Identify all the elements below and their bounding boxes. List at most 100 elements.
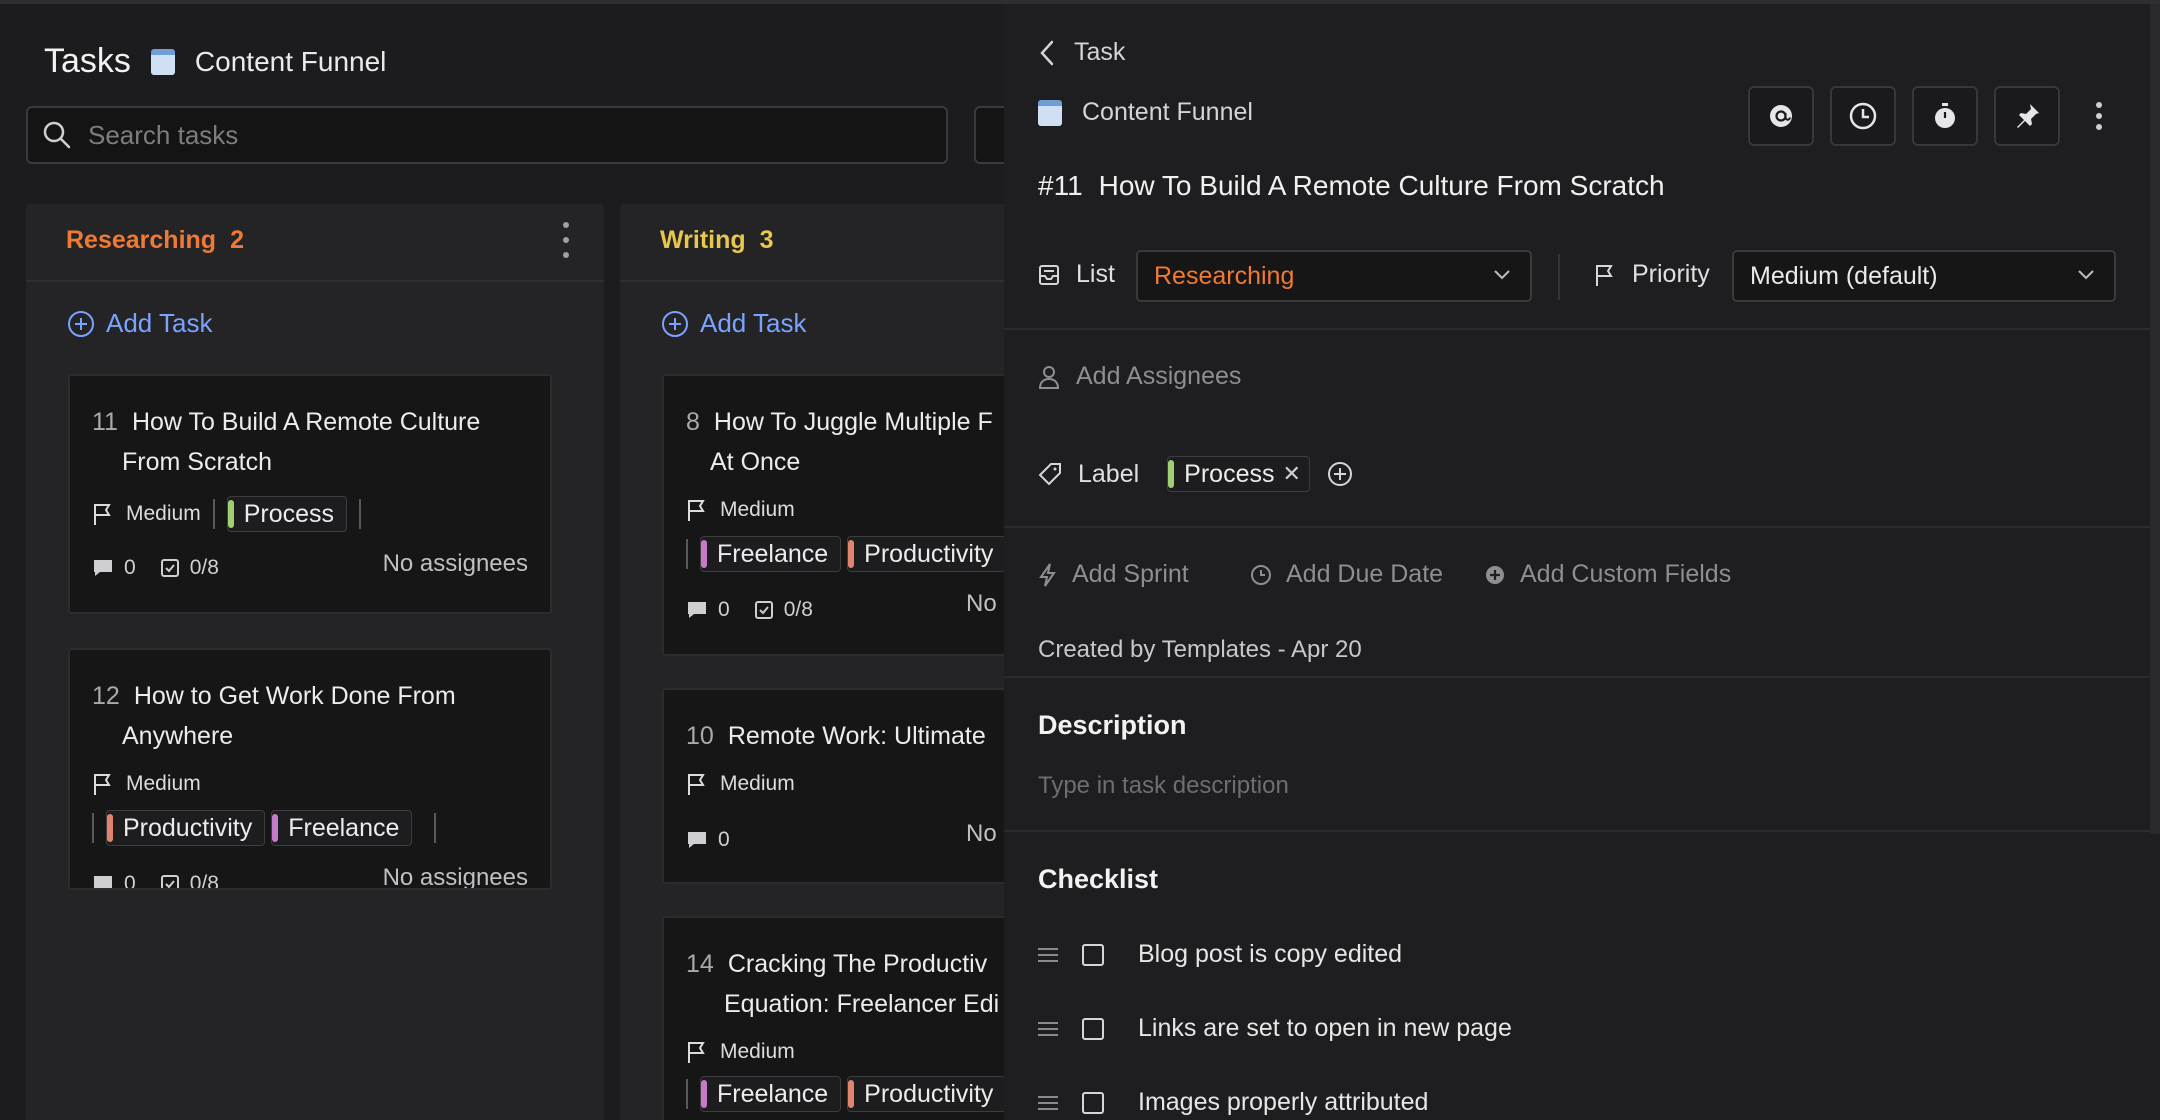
add-due-date-button[interactable]: Add Due Date [1250,560,1443,589]
flag-icon [94,504,111,525]
plus-filled-icon [1486,565,1504,584]
tag-productivity[interactable]: Productivity [847,536,1004,572]
task-title-text: How To Build A Remote Culture From Scrat… [1098,170,1665,201]
tag-freelance[interactable]: Freelance [700,536,842,572]
card-assignees: No assignees [382,550,528,577]
tag-freelance[interactable]: Freelance [271,810,413,846]
card-title: 10 Remote Work: Ultimate [686,716,986,756]
checklist-icon [160,875,179,888]
divider [434,813,437,843]
project-name[interactable]: Content Funnel [195,46,386,78]
divider [359,499,362,529]
add-sprint-button[interactable]: Add Sprint [1038,560,1189,589]
column-header: Writing 3 [660,226,774,255]
card-tags-row: Freelance Productivity [686,536,1004,572]
tag-icon [1038,463,1061,486]
tag-process[interactable]: Process ✕ [1167,456,1310,492]
clock-icon [1251,564,1271,585]
card-tags-row: Freelance Productivity [686,1076,1004,1112]
task-card[interactable]: 8 How To Juggle Multiple F At Once Medium … [662,374,1004,656]
plus-circle-icon [662,310,688,337]
column-count: 3 [759,226,774,254]
comment-icon [688,832,706,848]
task-card[interactable]: 10 Remote Work: Ultimate Medium 0 No [662,688,1004,884]
task-card[interactable]: 11 How To Build A Remote Culture From Scra… [68,374,552,614]
checklist-checkbox[interactable] [1082,1017,1104,1040]
project-name: Content Funnel [1082,98,1253,126]
label-field: Label Process ✕ [1038,456,1354,492]
pin-button[interactable] [1994,86,2060,146]
mention-button[interactable] [1748,86,1814,146]
tag-label: Productivity [864,539,994,568]
card-meta-row: Medium Process [92,496,362,532]
description-input[interactable]: Type in task description [1038,772,1289,800]
card-priority-row: Medium [686,498,795,522]
column-divider [26,280,604,282]
checklist-icon [754,601,773,619]
card-title: 11 How To Build A Remote Culture From Scra… [92,402,480,482]
divider [1004,328,2160,330]
card-title-line: Equation: Freelancer Edi [724,990,1000,1018]
checklist-checkbox[interactable] [1082,943,1104,966]
column-writing: Writing 3 Add Task 8 How To Juggle Multipl… [620,204,1004,1120]
flag-icon [688,1042,705,1063]
search-input[interactable] [88,119,928,151]
timer-button[interactable] [1912,86,1978,146]
card-number: 10 [686,722,714,750]
task-card[interactable]: 12 How to Get Work Done From Anywhere Medi… [68,648,552,890]
card-number: 14 [686,950,714,978]
card-priority: Medium [126,772,201,795]
add-assignees-button[interactable]: Add Assignees [1038,362,1241,391]
back-button[interactable]: Task [1038,38,1125,67]
task-detail-panel: Task Content Funnel #11 How To Build A Re… [1004,4,2160,1120]
add-task-button[interactable]: Add Task [660,308,806,339]
drag-handle-icon[interactable] [1038,1021,1058,1036]
created-info: Created by Templates - Apr 20 [1038,636,1362,663]
tag-freelance[interactable]: Freelance [700,1076,842,1112]
user-icon [1038,365,1060,389]
plus-circle-icon[interactable] [1326,460,1354,488]
task-number: #11 [1038,170,1083,201]
column-menu-icon[interactable] [560,222,572,258]
project-doc-icon [150,48,175,75]
task-card[interactable]: 14 Cracking The Productiv Equation: Freela… [662,916,1004,1120]
tag-label: Freelance [717,539,829,568]
checklist-item-text[interactable]: Blog post is copy edited [1138,940,1402,969]
column-researching: Researching 2 Add Task 11 How To Build A R… [26,204,604,1120]
column-header: Researching 2 [66,226,244,255]
detail-project[interactable]: Content Funnel [1038,98,1253,127]
add-task-button[interactable]: Add Task [66,308,212,339]
drag-handle-icon[interactable] [1038,947,1058,962]
divider [92,813,94,843]
card-priority: Medium [126,502,201,525]
list-label: List [1076,260,1115,288]
tag-process[interactable]: Process [226,496,348,532]
pin-icon [2017,104,2039,128]
drag-handle-icon[interactable] [1038,1095,1058,1110]
card-priority-row: Medium [686,772,795,796]
tag-productivity[interactable]: Productivity [847,1076,1004,1112]
search-box[interactable] [26,106,948,164]
task-title[interactable]: #11 How To Build A Remote Culture From Sc… [1038,170,1665,202]
scrollbar[interactable] [2150,4,2160,834]
tag-label: Productivity [864,1079,994,1108]
remove-tag-icon[interactable]: ✕ [1282,461,1300,487]
history-icon [1849,102,1877,130]
card-assignees: No [966,820,997,847]
tag-label: Productivity [123,813,253,842]
divider [686,1079,688,1109]
card-priority: Medium [720,772,795,795]
checklist-checkbox[interactable] [1082,1091,1104,1114]
checklist-item-text[interactable]: Links are set to open in new page [1138,1014,1512,1043]
add-custom-fields-button[interactable]: Add Custom Fields [1484,560,1731,589]
checklist-item-text[interactable]: Images properly attributed [1138,1088,1428,1117]
filter-button[interactable] [974,106,1004,164]
more-options-icon[interactable] [2094,102,2104,130]
history-button[interactable] [1830,86,1896,146]
card-assignees: No assignees [382,864,528,890]
list-select[interactable]: Researching [1136,250,1532,302]
tag-productivity[interactable]: Productivity [106,810,266,846]
priority-select[interactable]: Medium (default) [1732,250,2116,302]
chevron-left-icon [1040,40,1054,65]
card-stats: 0 0/8 [686,598,813,622]
